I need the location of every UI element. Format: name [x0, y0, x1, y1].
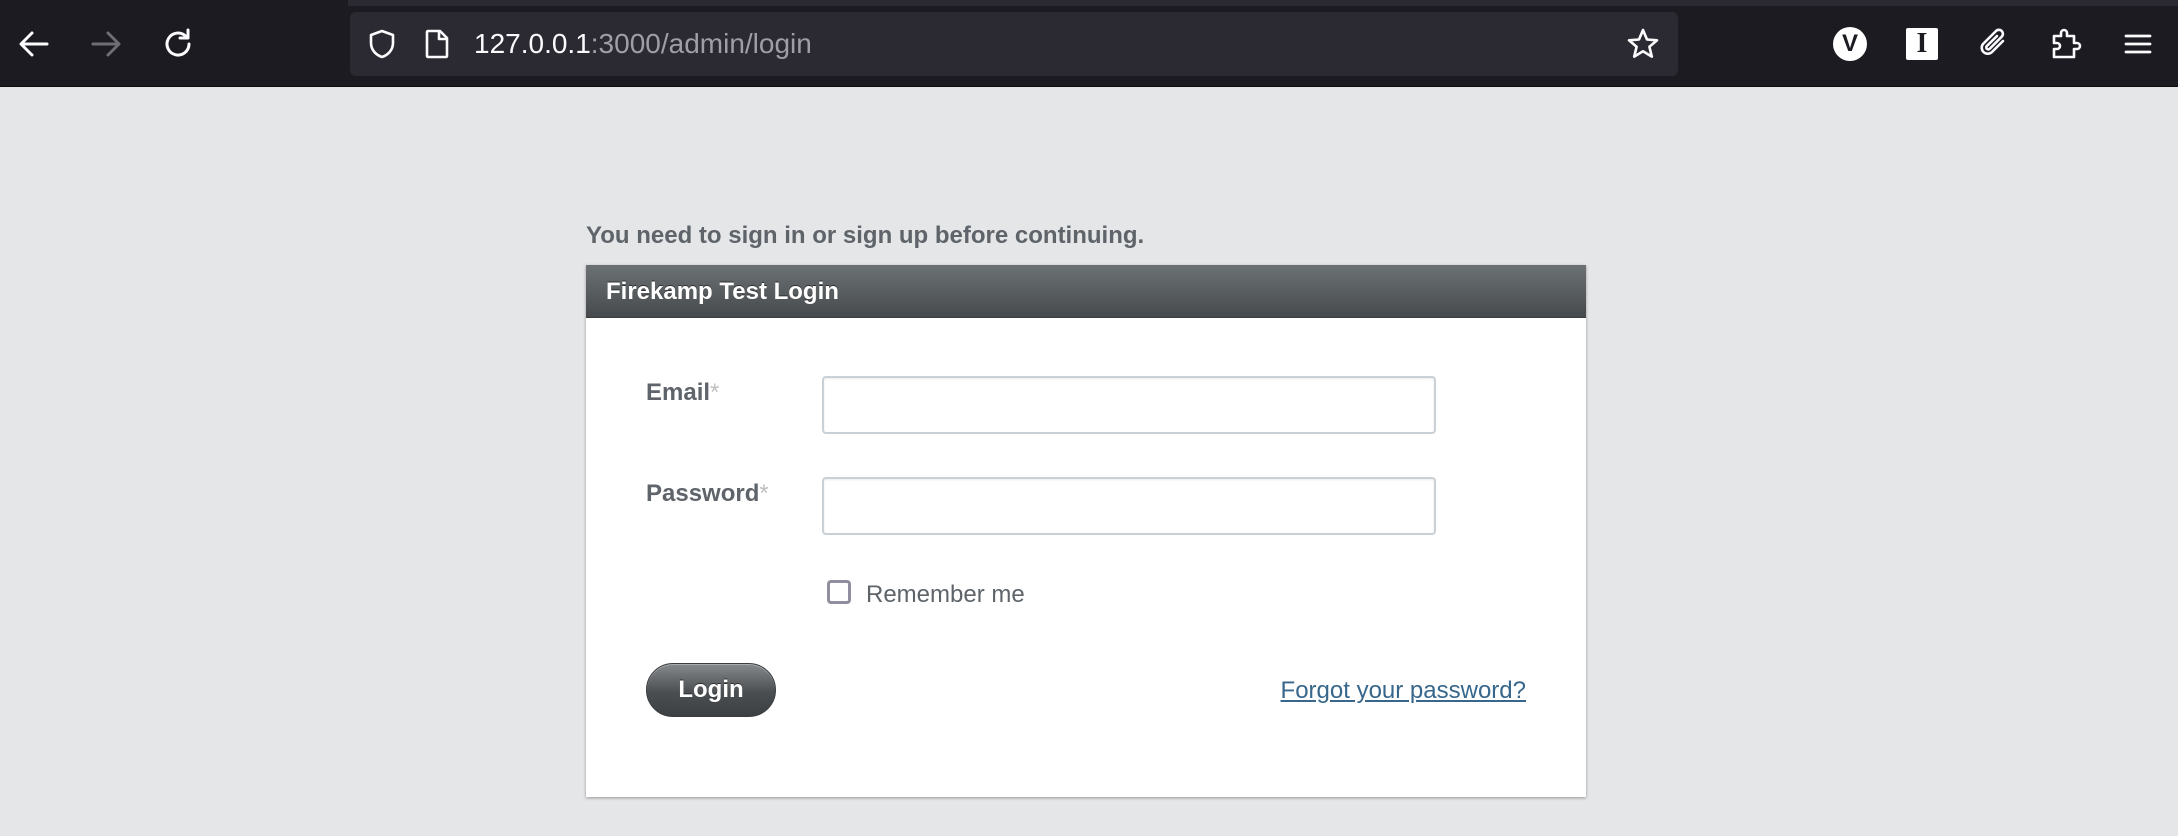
extension-v-button[interactable]: V [1826, 20, 1874, 68]
url-host: 127.0.0.1 [474, 28, 591, 59]
hamburger-menu-icon [2124, 34, 2152, 54]
url-path: :3000/admin/login [590, 28, 812, 59]
extension-v-icon: V [1833, 27, 1867, 61]
email-label: Email* [646, 379, 719, 407]
extension-i-icon: I [1906, 28, 1938, 60]
password-label: Password* [646, 480, 769, 508]
url-text[interactable]: 127.0.0.1:3000/admin/login [474, 12, 812, 76]
forward-arrow-icon [91, 31, 121, 57]
forward-button[interactable] [82, 20, 130, 68]
remember-me-label[interactable]: Remember me [866, 581, 1025, 609]
browser-toolbar: 127.0.0.1:3000/admin/login V I [0, 0, 2178, 87]
shield-icon[interactable] [366, 28, 398, 60]
back-arrow-icon [19, 31, 49, 57]
email-field[interactable] [822, 376, 1436, 434]
paperclip-icon [1980, 28, 2005, 55]
panel-title: Firekamp Test Login [586, 265, 1586, 318]
login-button[interactable]: Login [646, 663, 776, 717]
back-button[interactable] [10, 20, 58, 68]
star-icon[interactable] [1626, 27, 1660, 61]
page-icon[interactable] [422, 28, 452, 60]
login-panel: Firekamp Test Login Email* Password* Rem… [586, 265, 1586, 797]
tab-strip [348, 0, 2178, 6]
flash-notice: You need to sign in or sign up before co… [586, 222, 1145, 249]
email-required-mark: * [710, 379, 720, 406]
remember-me-checkbox[interactable] [827, 580, 851, 604]
extensions-button[interactable] [2042, 20, 2090, 68]
password-required-mark: * [759, 480, 769, 507]
address-bar[interactable]: 127.0.0.1:3000/admin/login [350, 12, 1678, 76]
reload-icon [165, 28, 191, 57]
email-label-text: Email [646, 379, 711, 406]
extension-i-button[interactable]: I [1898, 20, 1946, 68]
password-field[interactable] [822, 477, 1436, 535]
forgot-password-link[interactable]: Forgot your password? [1281, 677, 1526, 705]
reload-button[interactable] [154, 20, 202, 68]
puzzle-icon [2052, 28, 2082, 59]
attach-button[interactable] [1970, 20, 2018, 68]
password-label-text: Password [646, 480, 760, 507]
menu-button[interactable] [2114, 20, 2162, 68]
